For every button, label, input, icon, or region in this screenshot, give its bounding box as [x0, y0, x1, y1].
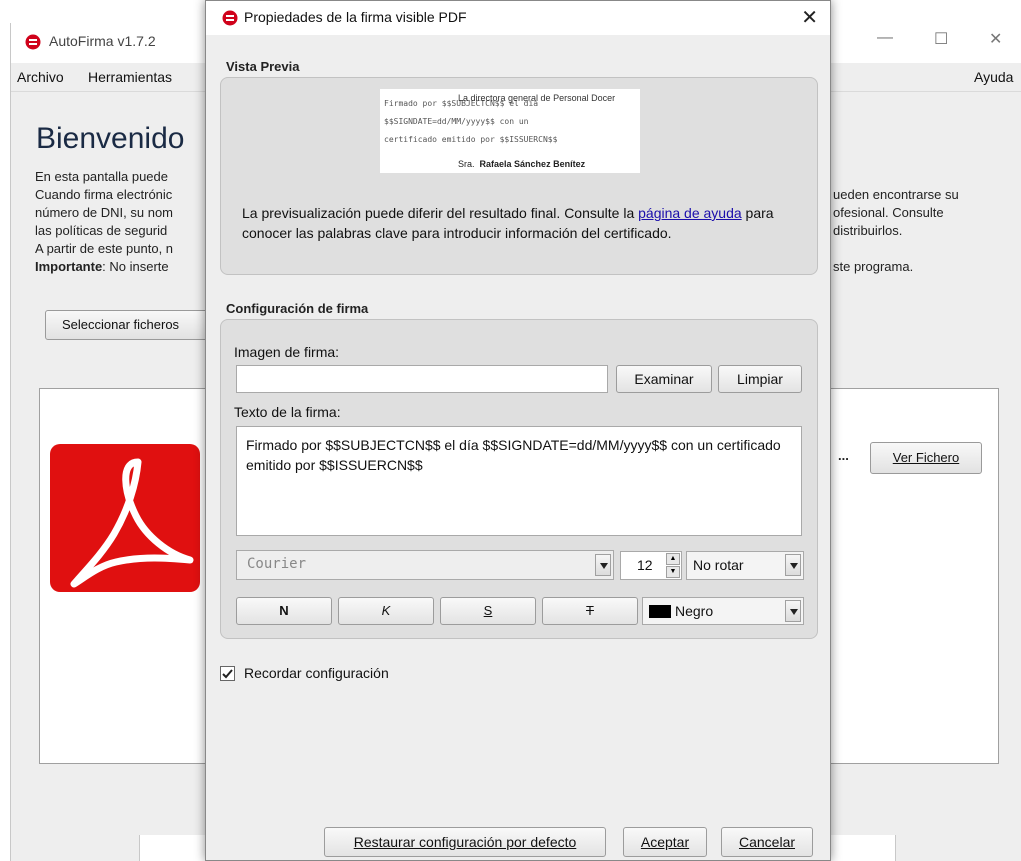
chevron-down-icon — [785, 554, 801, 576]
clear-button[interactable]: Limpiar — [718, 365, 802, 393]
underline-button[interactable]: S — [440, 597, 536, 625]
dialog-title-bar: Propiedades de la firma visible PDF ✕ — [206, 1, 830, 35]
menu-archivo[interactable]: Archivo — [17, 69, 64, 85]
accept-button[interactable]: Aceptar — [623, 827, 707, 857]
select-files-button[interactable]: Seleccionar ficheros — [45, 310, 227, 340]
checkmark-icon — [222, 669, 233, 679]
cancel-button[interactable]: Cancelar — [721, 827, 813, 857]
visible-signature-dialog: Propiedades de la firma visible PDF ✕ Vi… — [205, 0, 831, 861]
welcome-heading: Bienvenido — [36, 122, 185, 155]
font-size-spinner[interactable]: 12 ▲ ▼ — [620, 551, 682, 580]
intro-text-right: ueden encontrarse su ofesional. Consulte… — [833, 187, 959, 274]
pdf-file-icon — [50, 444, 200, 592]
close-window-icon[interactable]: ✕ — [989, 29, 1002, 49]
autofirma-logo-icon — [25, 34, 41, 50]
help-page-link[interactable]: página de ayuda — [638, 205, 742, 221]
signature-preview: Firmado por $$SUBJECTCN$$ el día $$SIGND… — [380, 89, 640, 173]
preview-header: La directora general de Personal Docer — [458, 93, 616, 103]
file-name-ellipsis: ... — [838, 448, 849, 463]
restore-defaults-button[interactable]: Restaurar configuración por defecto — [324, 827, 606, 857]
view-file-button[interactable]: Ver Fichero — [870, 442, 982, 474]
minimize-icon[interactable]: — — [877, 29, 893, 47]
dialog-title: Propiedades de la firma visible PDF — [244, 9, 467, 25]
color-select[interactable]: Negro — [642, 597, 804, 625]
main-window-title: AutoFirma v1.7.2 — [49, 33, 156, 49]
chevron-down-icon — [785, 600, 801, 622]
chevron-down-icon — [595, 554, 611, 576]
strikethrough-button[interactable]: T — [542, 597, 638, 625]
intro-text-left: En esta pantalla puede Cuando firma elec… — [35, 169, 174, 274]
remember-config-label: Recordar configuración — [244, 665, 389, 681]
preview-signer: Sra. Rafaela Sánchez Benítez — [458, 159, 586, 169]
important-label: Importante — [35, 259, 103, 274]
rotation-select[interactable]: No rotar — [686, 551, 804, 580]
signature-text: Firmado por $$SUBJECTCN$$ el día $$SIGND… — [246, 437, 781, 473]
spinner-down-icon[interactable]: ▼ — [666, 566, 680, 578]
font-select[interactable]: Courier — [236, 550, 614, 580]
spinner-up-icon[interactable]: ▲ — [666, 553, 680, 565]
examine-button[interactable]: Examinar — [616, 365, 712, 393]
image-path-input[interactable] — [236, 365, 608, 393]
maximize-icon[interactable]: ☐ — [934, 29, 948, 49]
menu-ayuda[interactable]: Ayuda — [974, 69, 1013, 85]
menu-herramientas[interactable]: Herramientas — [88, 69, 172, 85]
autofirma-logo-icon — [222, 10, 238, 26]
config-section-title: Configuración de firma — [226, 301, 369, 316]
bold-button[interactable]: N — [236, 597, 332, 625]
signature-text-area[interactable]: Firmado por $$SUBJECTCN$$ el día $$SIGND… — [236, 426, 802, 536]
italic-button[interactable]: K — [338, 597, 434, 625]
text-label: Texto de la firma: — [234, 404, 341, 420]
remember-config-checkbox[interactable] — [220, 666, 235, 681]
close-icon[interactable]: ✕ — [801, 5, 818, 30]
preview-section-title: Vista Previa — [226, 59, 300, 74]
color-swatch — [649, 605, 671, 618]
preview-note: La previsualización puede diferir del re… — [242, 205, 774, 241]
image-label: Imagen de firma: — [234, 344, 340, 360]
